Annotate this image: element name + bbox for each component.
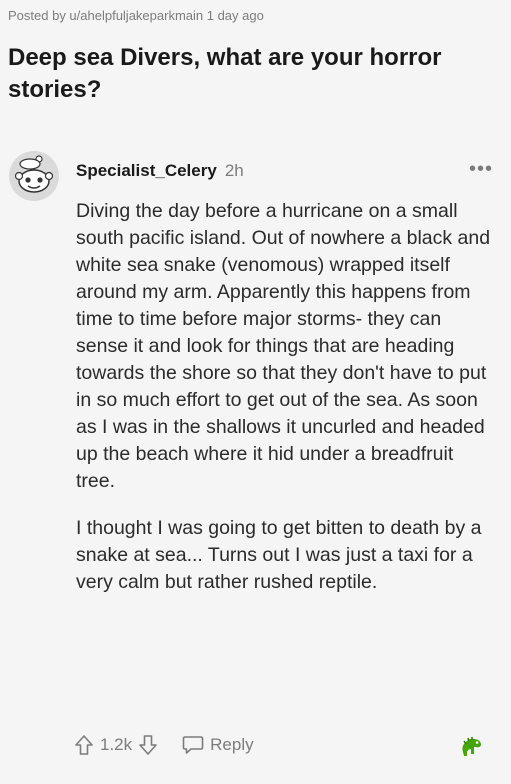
speech-bubble-icon bbox=[182, 736, 204, 754]
downvote-arrow-icon bbox=[139, 735, 157, 755]
comment-actions: 1.2k Reply bbox=[74, 730, 254, 760]
comment-body: Diving the day before a hurricane on a s… bbox=[76, 198, 496, 616]
comment-paragraph: Diving the day before a hurricane on a s… bbox=[76, 200, 491, 492]
snoo-avatar-icon[interactable] bbox=[8, 150, 60, 202]
comment-header: Specialist_Celery 2h bbox=[76, 160, 244, 182]
reply-label: Reply bbox=[210, 735, 254, 754]
upvote-arrow-icon bbox=[75, 735, 93, 755]
post-meta: Posted by u/ahelpfuljakeparkmain 1 day a… bbox=[8, 8, 264, 23]
downvote-button[interactable] bbox=[138, 734, 158, 756]
comment: Specialist_Celery 2h ••• Diving the day … bbox=[8, 150, 503, 780]
post-title[interactable]: Deep sea Divers, what are your horror st… bbox=[8, 42, 503, 106]
reply-button[interactable]: Reply bbox=[182, 735, 254, 755]
dinosaur-award-icon[interactable] bbox=[457, 732, 485, 760]
upvote-button[interactable] bbox=[74, 734, 94, 756]
vote-score: 1.2k bbox=[100, 735, 133, 754]
author-name[interactable]: Specialist_Celery bbox=[76, 161, 217, 181]
ellipsis-icon[interactable]: ••• bbox=[469, 159, 493, 179]
comment-paragraph: I thought I was going to get bitten to d… bbox=[76, 517, 482, 593]
comment-age: 2h bbox=[224, 161, 244, 180]
